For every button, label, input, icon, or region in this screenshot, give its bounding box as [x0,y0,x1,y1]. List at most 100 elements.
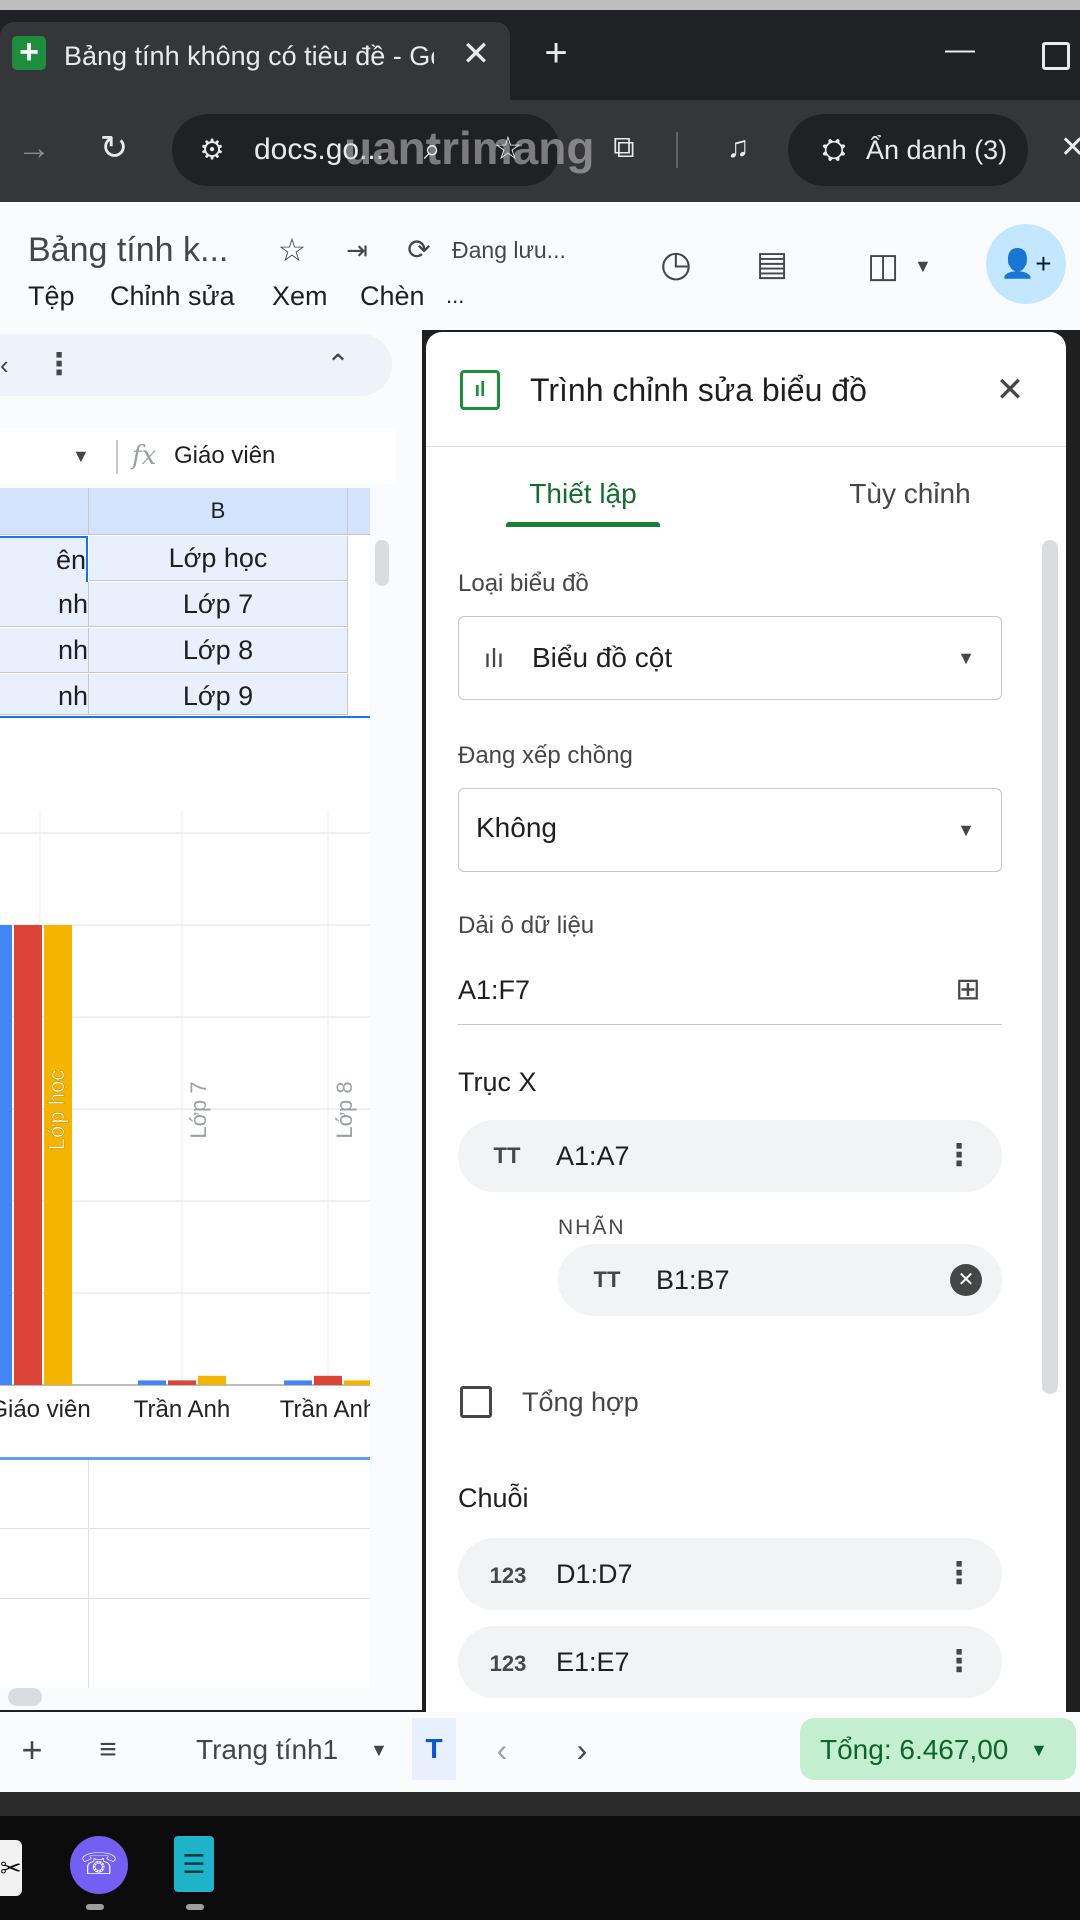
x-axis-more-icon[interactable]: ⋮ [944,1136,974,1176]
series-range-2: E1:E7 [556,1647,630,1677]
sheet-tab-1[interactable]: Trang tính1 [196,1728,356,1772]
share-button[interactable]: 👤+ [986,224,1066,304]
chevron-up-icon[interactable]: ⌃ [318,348,358,382]
close-icon[interactable]: ✕ [990,370,1030,410]
menu-file[interactable]: Tệp [28,278,88,314]
menu-edit[interactable]: Chỉnh sửa [110,278,240,314]
media-control-icon[interactable]: ♫ [718,126,758,170]
data-range-input[interactable]: A1:F7 [458,970,658,1010]
more-options-icon[interactable]: ⋮ [44,348,74,382]
new-tab-button[interactable]: + [536,32,576,74]
chevron-left-icon[interactable]: ‹ [0,348,20,382]
cell-b3[interactable]: Lớp 8 [89,628,348,673]
chart-x-tick-label: Trần Anh [280,1396,370,1423]
window-maximize-icon[interactable] [1042,42,1070,70]
label-heading: NHÃN [558,1216,626,1239]
extensions-icon[interactable]: ⧉ [604,126,644,170]
meet-video-icon[interactable]: ◫ [860,244,906,288]
toolbar-more-icon[interactable]: ✕ [1060,126,1080,170]
grid-line [0,1528,370,1529]
cell-b4[interactable]: Lớp 9 [89,674,348,715]
editor-scroll-thumb[interactable] [1042,540,1058,1394]
menu-insert[interactable]: Chèn [360,278,440,314]
chart-bar-label: Lớp 7 [186,1081,211,1138]
incognito-label: Ẩn danh (3) [866,135,1008,165]
column-header-b[interactable]: B [89,488,348,535]
series-2-more-icon[interactable]: ⋮ [944,1642,974,1682]
column-header-a[interactable] [0,488,89,535]
formula-bar-separator [116,440,118,474]
move-folder-icon[interactable]: ⇥ [338,232,376,268]
cell-b2[interactable]: Lớp 7 [89,582,348,627]
tab-setup[interactable]: Thiết lập [506,470,660,518]
menu-more[interactable]: ... [446,278,476,314]
column-header-c[interactable] [348,488,370,535]
selection-border [0,716,370,718]
sheet-tab-2[interactable]: T [412,1718,456,1780]
select-range-grid-icon[interactable]: ⊞ [950,970,986,1010]
active-tab-indicator [506,522,660,527]
tab-customize[interactable]: Tùy chỉnh [820,470,1000,518]
chart-bar [198,1375,226,1385]
all-sheets-icon[interactable]: ≡ [88,1728,128,1772]
grid-line [88,1458,89,1688]
chart-selection-edge [0,1457,370,1460]
running-indicator [86,1904,104,1910]
viber-app-icon[interactable]: ☏ [70,1836,128,1894]
vertical-scrollbar[interactable] [372,536,394,1686]
tab-close-icon[interactable]: ✕ [458,34,494,74]
notepad-app-icon[interactable]: ☰ [174,1836,214,1892]
formula-input[interactable]: Giáo viên [174,438,374,474]
vertical-scroll-thumb[interactable] [375,540,389,586]
reload-icon[interactable]: ↻ [94,128,134,168]
aggregate-checkbox[interactable] [460,1386,492,1418]
bookmark-star-icon[interactable]: ☆ [488,126,528,170]
bar-chart[interactable]: Lớp học Lớp 7 Lớp 8 Giáo viên Trần Anh Trần … [0,810,370,1430]
sum-label: Tổng: 6.467,00 [820,1734,1009,1765]
forward-icon[interactable]: → [14,128,54,168]
label-text-type-icon: TT [593,1267,621,1292]
name-box-dropdown-icon[interactable]: ▼ [72,440,96,472]
cell-a2[interactable]: nh [0,582,89,627]
fx-icon: fx [132,441,157,471]
chart-bar [138,1380,166,1385]
stacking-caret-icon: ▼ [957,820,975,840]
cell-a3[interactable]: nh [0,628,89,673]
sheets-favicon-icon: + [12,35,46,70]
capcut-app-icon[interactable]: ✂ [0,1840,22,1896]
window-minimize-icon[interactable]: — [940,30,980,70]
data-range-label: Dải ô dữ liệu [458,912,595,939]
comments-icon[interactable]: ▤ [750,242,794,286]
save-status: Đang lưu... [452,237,566,263]
site-info-icon[interactable]: ⚙ [192,128,232,172]
stacking-label: Đang xếp chồng [458,742,633,769]
running-indicator [186,1904,204,1910]
x-axis-range: A1:A7 [556,1141,630,1171]
aggregate-label: Tổng hợp [522,1387,639,1417]
stacking-value: Không [476,812,557,843]
browser-tab-title: Bảng tính không có tiêu đề - Gc [64,41,434,71]
horizontal-scroll-thumb[interactable] [8,1688,42,1706]
data-range-underline [458,1024,1002,1025]
number-type-icon: 123 [489,1651,527,1676]
cell-a4[interactable]: nh [0,674,89,715]
star-icon[interactable]: ☆ [272,230,312,270]
zoom-icon[interactable]: ⌕ [412,128,452,172]
cell-b1[interactable]: Lớp học [89,536,348,581]
menu-view[interactable]: Xem [272,278,342,314]
sheet-tab-caret-icon[interactable]: ▼ [370,1732,394,1768]
meet-dropdown-icon[interactable]: ▼ [914,248,938,284]
series-1-more-icon[interactable]: ⋮ [944,1554,974,1594]
chart-icon: ıl [460,370,500,410]
number-type-icon: 123 [489,1563,527,1588]
document-title[interactable]: Bảng tính k... [28,228,240,272]
version-history-icon[interactable]: ◷ [654,242,698,286]
cell-a1[interactable]: ên [0,536,88,584]
add-sheet-button[interactable]: + [12,1728,52,1772]
remove-label-icon[interactable]: ✕ [950,1264,982,1296]
chevron-left-icon[interactable]: ‹ [482,1728,522,1772]
chart-bar [168,1380,196,1385]
chevron-right-icon[interactable]: › [562,1728,602,1772]
os-taskbar [0,1816,1080,1920]
chart-type-caret-icon: ▼ [957,648,975,668]
